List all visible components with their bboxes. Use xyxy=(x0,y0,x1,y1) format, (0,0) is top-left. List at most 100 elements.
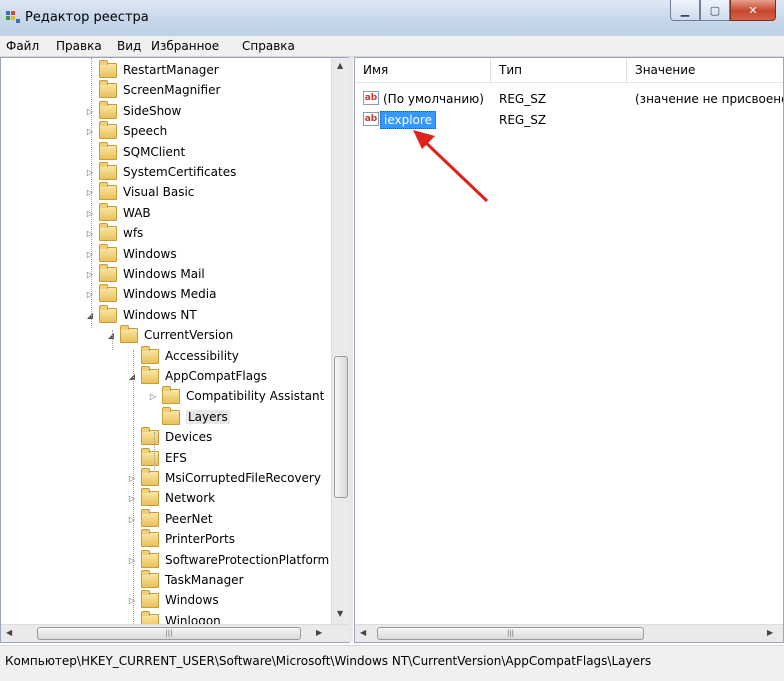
scroll-left-icon[interactable]: ◀ xyxy=(6,628,12,637)
tree-expander-icon[interactable]: ▷ xyxy=(85,168,95,177)
tree-item[interactable]: ▷ Windows xyxy=(127,589,219,610)
tree-item-label[interactable]: WAB xyxy=(123,206,151,220)
tree-expander-icon[interactable]: ▷ xyxy=(127,515,137,524)
minimize-button[interactable]: ▁ xyxy=(670,0,700,21)
tree-item-label[interactable]: ScreenMagnifier xyxy=(123,83,220,97)
value-name[interactable]: (По умолчанию) xyxy=(383,92,484,106)
tree-item-label[interactable]: Compatibility Assistant xyxy=(186,389,324,403)
tree-expander-icon[interactable]: ▷ xyxy=(85,250,95,259)
close-button[interactable]: ✕ xyxy=(730,0,776,21)
tree-expander-icon[interactable]: ▷ xyxy=(127,596,137,605)
tree-expander-icon[interactable]: ▷ xyxy=(85,188,95,197)
tree-item-label[interactable]: wfs xyxy=(123,226,143,240)
tree-item[interactable]: ▷ Windows xyxy=(85,243,177,264)
tree-item[interactable]: ◢ Windows NT xyxy=(85,304,197,325)
tree-item[interactable]: Devices xyxy=(127,426,212,447)
value-type[interactable]: REG_SZ xyxy=(499,92,546,106)
tree-item[interactable]: ▷ SoftwareProtectionPlatform xyxy=(127,549,329,570)
value-data[interactable]: (значение не присвоено) xyxy=(635,92,783,106)
menu-help[interactable]: Справка xyxy=(242,39,295,53)
tree-item[interactable]: ▷ Windows Mail xyxy=(85,263,205,284)
list-horizontal-scroll-thumb[interactable]: ||| xyxy=(377,627,644,640)
scroll-left-icon[interactable]: ◀ xyxy=(360,628,366,637)
values-list-pane[interactable]: Имя Тип Значение ab (По умолчанию) REG_S… xyxy=(354,57,784,643)
tree-item[interactable]: ScreenMagnifier xyxy=(85,79,220,100)
tree-item-label[interactable]: SystemCertificates xyxy=(123,165,236,179)
tree-item-label[interactable]: Network xyxy=(165,491,215,505)
tree-item[interactable]: Layers xyxy=(148,406,230,427)
scroll-right-icon[interactable]: ▶ xyxy=(316,628,322,637)
tree-expander-icon[interactable]: ▷ xyxy=(127,494,137,503)
tree-item-label[interactable]: Windows Media xyxy=(123,287,216,301)
tree-item-label[interactable]: PrinterPorts xyxy=(165,532,235,546)
value-type[interactable]: REG_SZ xyxy=(499,113,546,127)
menu-edit[interactable]: Правка xyxy=(56,39,102,53)
tree-vertical-scrollbar[interactable]: ▲ ▼ xyxy=(331,58,349,624)
tree-expander-icon[interactable]: ▷ xyxy=(85,270,95,279)
tree-item-label[interactable]: PeerNet xyxy=(165,512,213,526)
tree-item[interactable]: TaskManager xyxy=(127,569,244,590)
tree-expander-icon[interactable]: ◢ xyxy=(85,311,95,320)
tree-item-label[interactable]: AppCompatFlags xyxy=(165,369,267,383)
list-horizontal-scrollbar[interactable]: ◀ ||| ▶ xyxy=(355,624,783,642)
tree-item[interactable]: SQMClient xyxy=(85,141,185,162)
tree-item-label[interactable]: Layers xyxy=(186,410,230,424)
maximize-button[interactable]: ▢ xyxy=(700,0,730,21)
tree-horizontal-scroll-thumb[interactable]: ||| xyxy=(37,627,301,640)
tree-item[interactable]: ▷ WAB xyxy=(85,202,151,223)
menu-favorites[interactable]: Избранное xyxy=(151,39,219,53)
tree-item-label[interactable]: MsiCorruptedFileRecovery xyxy=(165,471,321,485)
tree-item[interactable]: ▷ Visual Basic xyxy=(85,181,194,202)
tree-item[interactable]: PrinterPorts xyxy=(127,528,235,549)
tree-item-label[interactable]: Windows xyxy=(165,593,219,607)
tree-expander-icon[interactable]: ▷ xyxy=(148,392,158,401)
tree-item-label[interactable]: Devices xyxy=(165,430,212,444)
tree-expander-icon[interactable]: ◢ xyxy=(106,331,116,340)
tree-item[interactable]: ▷ SystemCertificates xyxy=(85,161,236,182)
tree-expander-icon[interactable]: ▷ xyxy=(85,209,95,218)
column-header-value[interactable]: Значение xyxy=(627,58,783,82)
tree-item-label[interactable]: Accessibility xyxy=(165,349,239,363)
tree-item-label[interactable]: SideShow xyxy=(123,104,181,118)
tree-expander-icon[interactable]: ▷ xyxy=(127,474,137,483)
tree-item[interactable]: ▷ Compatibility Assistant xyxy=(148,385,324,406)
menu-file[interactable]: Файл xyxy=(6,39,39,53)
tree-item-label[interactable]: SQMClient xyxy=(123,145,185,159)
tree-item[interactable]: Accessibility xyxy=(127,345,239,366)
pane-splitter[interactable] xyxy=(349,57,353,642)
tree-item-label[interactable]: SoftwareProtectionPlatform xyxy=(165,553,329,567)
scroll-up-icon[interactable]: ▲ xyxy=(337,61,343,70)
tree-expander-icon[interactable]: ▷ xyxy=(127,556,137,565)
tree-item-label[interactable]: CurrentVersion xyxy=(144,328,233,342)
tree-expander-icon[interactable]: ◢ xyxy=(127,372,137,381)
scroll-right-icon[interactable]: ▶ xyxy=(767,628,773,637)
tree-expander-icon[interactable]: ▷ xyxy=(85,229,95,238)
tree-horizontal-scrollbar[interactable]: ◀ ||| ▶ xyxy=(1,624,349,642)
tree-item[interactable]: ▷ Windows Media xyxy=(85,283,216,304)
tree-item[interactable]: EFS xyxy=(127,447,187,468)
column-header-type[interactable]: Тип xyxy=(491,58,627,82)
tree-item-label[interactable]: RestartManager xyxy=(123,63,219,77)
column-header-name[interactable]: Имя xyxy=(355,58,491,82)
tree-item-label[interactable]: TaskManager xyxy=(165,573,244,587)
tree-item[interactable]: ▷ Network xyxy=(127,487,215,508)
tree-item[interactable]: ▷ MsiCorruptedFileRecovery xyxy=(127,467,321,488)
tree-item[interactable]: ▷ PeerNet xyxy=(127,508,213,529)
tree-item[interactable]: ▷ Speech xyxy=(85,120,167,141)
tree-expander-icon[interactable]: ▷ xyxy=(85,107,95,116)
tree-item[interactable]: ◢ CurrentVersion xyxy=(106,324,233,345)
tree-expander-icon[interactable]: ▷ xyxy=(85,127,95,136)
tree-item-label[interactable]: EFS xyxy=(165,451,187,465)
tree-item-label[interactable]: Speech xyxy=(123,124,167,138)
tree-item[interactable]: ▷ SideShow xyxy=(85,100,181,121)
tree-item-label[interactable]: Windows Mail xyxy=(123,267,205,281)
tree-expander-icon[interactable]: ▷ xyxy=(85,290,95,299)
scroll-down-icon[interactable]: ▼ xyxy=(337,609,343,618)
tree-item[interactable]: ◢ AppCompatFlags xyxy=(127,365,267,386)
tree-item-label[interactable]: Windows xyxy=(123,247,177,261)
tree-item-label[interactable]: Visual Basic xyxy=(123,185,194,199)
tree-item-label[interactable]: Windows NT xyxy=(123,308,197,322)
menu-view[interactable]: Вид xyxy=(117,39,141,53)
tree-vertical-scroll-thumb[interactable] xyxy=(334,356,348,498)
tree-item[interactable]: RestartManager xyxy=(85,59,219,80)
